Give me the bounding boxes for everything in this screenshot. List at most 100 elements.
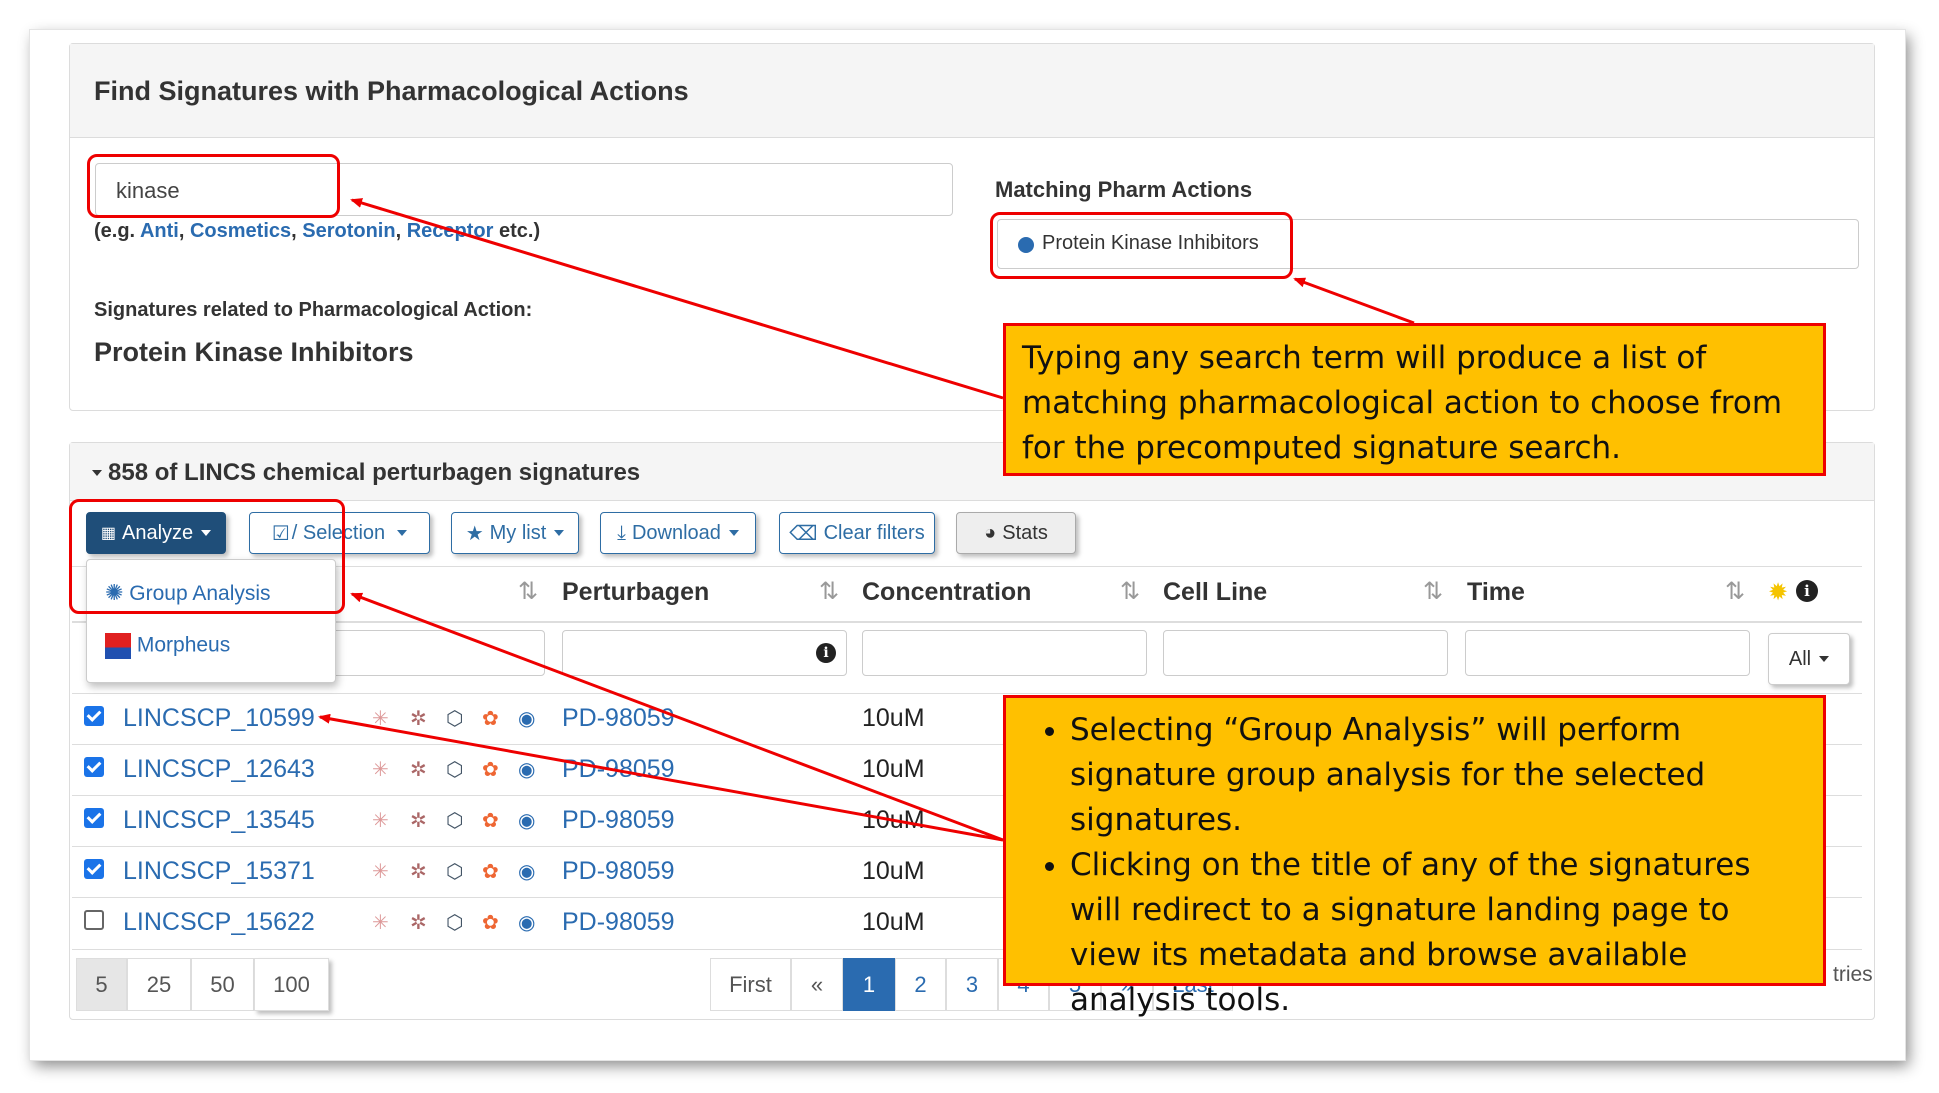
page-size-label: 50 [210,971,235,997]
signature-link[interactable]: LINCSCP_10599 [123,704,315,733]
hexagon-icon[interactable]: ⬡ [446,810,463,832]
collapse-caret-icon [92,470,102,476]
sort-icon[interactable]: ⇅ [518,577,538,606]
star-icon: ★ [465,522,484,545]
gear-icon[interactable]: ✲ [410,708,427,730]
page-3[interactable]: 3 [946,958,998,1011]
perturbagen-link[interactable]: PD-98059 [562,857,675,886]
caret-down-icon [554,530,565,536]
my-list-label: My list [489,521,547,544]
flower-icon[interactable]: ✿ [482,912,499,934]
sort-icon[interactable]: ⇅ [1423,577,1443,606]
matching-label: Matching Pharm Actions [995,177,1253,202]
eye-icon[interactable]: ◉ [518,861,535,883]
row-checkbox[interactable] [84,910,104,930]
hexagon-icon[interactable]: ⬡ [446,912,463,934]
page-size-100[interactable]: 100 [254,958,329,1011]
id-filter-input[interactable] [320,630,545,676]
perturbagen-link[interactable]: PD-98059 [562,806,675,835]
page-prev[interactable]: « [791,958,843,1011]
caret-down-icon [397,530,408,536]
column-time[interactable]: Time [1467,578,1525,607]
row-checkbox[interactable] [84,859,104,879]
hexagon-icon[interactable]: ⬡ [446,861,463,883]
stats-label: Stats [1002,521,1048,544]
search-panel-title: Find Signatures with Pharmacological Act… [94,76,689,106]
page-size-5[interactable]: 5 [76,958,127,1011]
stats-button[interactable]: ◕ Stats [956,512,1076,554]
row-checkbox[interactable] [84,757,104,777]
star-burst-icon[interactable]: ✳ [372,759,389,781]
row-checkbox[interactable] [84,706,104,726]
download-icon: ⤓ [617,521,626,544]
page-size-label: 5 [95,971,108,997]
row-checkbox[interactable] [84,808,104,828]
eye-icon[interactable]: ◉ [518,912,535,934]
flower-icon[interactable]: ✿ [482,708,499,730]
page-1[interactable]: 1 [843,958,895,1011]
page-2[interactable]: 2 [895,958,946,1011]
info-icon[interactable]: i [1796,580,1818,602]
entries-info: tries [1833,963,1873,986]
page-size-25[interactable]: 25 [127,958,191,1011]
hexagon-icon[interactable]: ⬡ [446,759,463,781]
gear-icon[interactable]: ✲ [410,759,427,781]
menu-item-morpheus[interactable]: Morpheus [105,633,230,659]
time-all-dropdown[interactable]: All [1768,633,1850,685]
page-label: 1 [862,971,876,997]
results-title-text: 858 of LINCS chemical perturbagen signat… [108,459,641,486]
flower-icon[interactable]: ✿ [482,759,499,781]
perturbagen-filter-input[interactable]: i [562,630,847,676]
column-concentration[interactable]: Concentration [862,578,1031,607]
gear-icon[interactable]: ✲ [410,861,427,883]
my-list-button[interactable]: ★ My list [451,512,579,554]
eye-icon[interactable]: ◉ [518,759,535,781]
eye-icon[interactable]: ◉ [518,810,535,832]
download-button[interactable]: ⤓ Download [600,512,756,554]
concentration-value: 10uM [862,908,925,936]
concentration-filter-input[interactable] [862,630,1147,676]
star-burst-icon[interactable]: ✳ [372,810,389,832]
highlight-matching-item [990,212,1293,279]
callout-bullet: Selecting “Group Analysis” will perform … [1070,708,1807,843]
concentration-value: 10uM [862,857,925,885]
signature-link[interactable]: LINCSCP_12643 [123,755,315,784]
page-size-50[interactable]: 50 [191,958,254,1011]
flower-icon[interactable]: ✿ [482,810,499,832]
time-filter-input[interactable] [1465,630,1750,676]
example-link-serotonin[interactable]: Serotonin [302,220,395,242]
examples-suffix: etc.) [498,220,541,242]
star-burst-icon[interactable]: ✳ [372,912,389,934]
page-first[interactable]: First [710,958,791,1011]
related-label: Signatures related to Pharmacological Ac… [94,299,533,321]
flower-icon[interactable]: ✿ [482,861,499,883]
menu-item-label: Morpheus [136,633,231,657]
signature-link[interactable]: LINCSCP_15371 [123,857,315,886]
clear-filters-button[interactable]: ⌫ Clear filters [779,512,935,554]
perturbagen-link[interactable]: PD-98059 [562,755,675,784]
sun-icon: ✹ [1768,579,1789,606]
hexagon-icon[interactable]: ⬡ [446,708,463,730]
sort-icon[interactable]: ⇅ [1120,577,1140,606]
example-link-anti[interactable]: Anti [140,220,179,242]
results-title[interactable]: 858 of LINCS chemical perturbagen signat… [92,459,640,487]
star-burst-icon[interactable]: ✳ [372,861,389,883]
eye-icon[interactable]: ◉ [518,708,535,730]
column-perturbagen[interactable]: Perturbagen [562,578,709,607]
signature-link[interactable]: LINCSCP_15622 [123,908,315,937]
perturbagen-link[interactable]: PD-98059 [562,704,675,733]
example-link-receptor[interactable]: Receptor [407,220,494,242]
star-burst-icon[interactable]: ✳ [372,708,389,730]
cell-line-filter-input[interactable] [1163,630,1448,676]
column-cell-line[interactable]: Cell Line [1163,578,1267,607]
gear-icon[interactable]: ✲ [410,912,427,934]
callout-bullets: Selecting “Group Analysis” will perform … [1006,708,1807,1023]
example-link-cosmetics[interactable]: Cosmetics [190,220,291,242]
morpheus-icon [105,633,131,659]
signature-link[interactable]: LINCSCP_13545 [123,806,315,835]
callout-bullet: Clicking on the title of any of the sign… [1070,843,1807,1023]
sort-icon[interactable]: ⇅ [819,577,839,606]
perturbagen-link[interactable]: PD-98059 [562,908,675,937]
gear-icon[interactable]: ✲ [410,810,427,832]
sort-icon[interactable]: ⇅ [1725,577,1745,606]
